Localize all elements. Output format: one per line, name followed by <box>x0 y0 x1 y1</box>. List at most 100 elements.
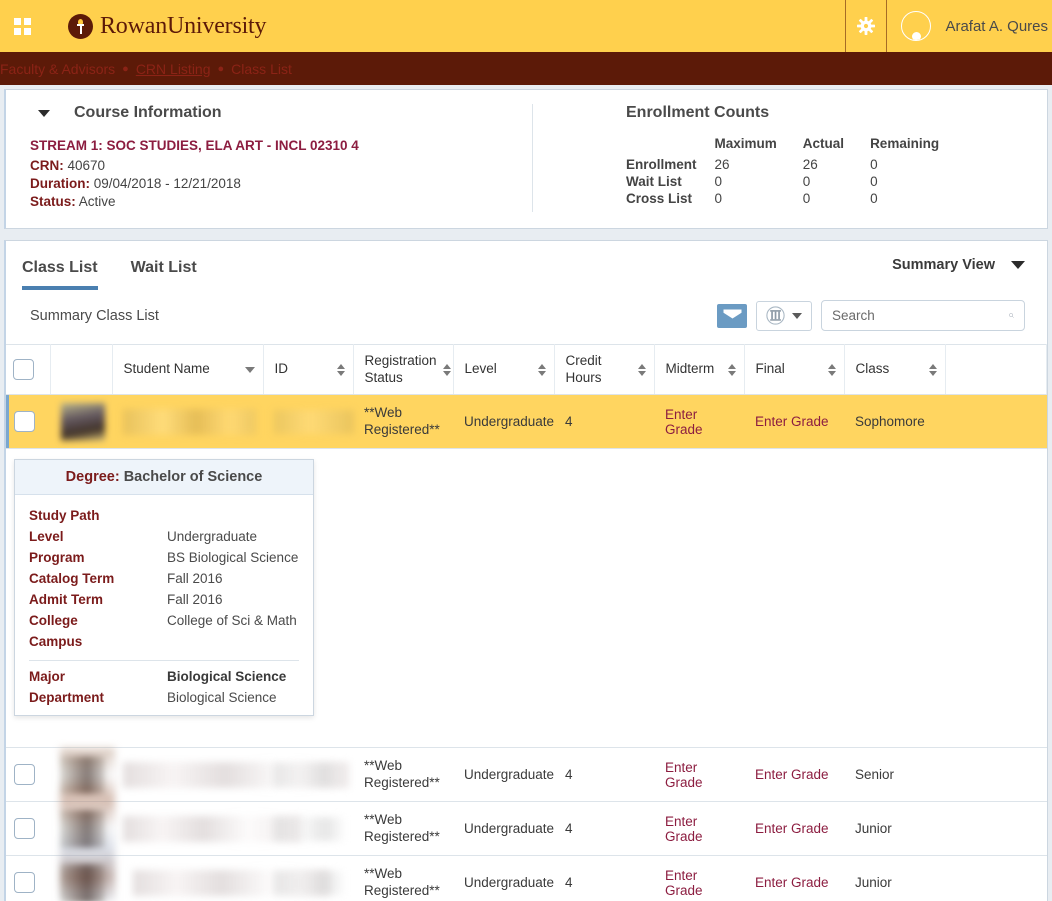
column-class[interactable]: Class <box>844 345 945 395</box>
row-class: Senior <box>844 748 945 802</box>
popup-value-admit-term: Fall 2016 <box>167 589 299 610</box>
settings-button[interactable] <box>846 0 886 52</box>
sort-toggle-midterm[interactable] <box>728 364 736 376</box>
popup-value-campus <box>167 631 299 652</box>
row-level: Undergraduate <box>453 802 554 856</box>
row-student-name[interactable] <box>112 748 263 802</box>
sort-toggle-registration-status[interactable] <box>443 364 451 376</box>
row-spacer <box>945 802 1046 856</box>
student-id-redacted <box>274 871 344 895</box>
breadcrumb-item-faculty-advisors[interactable]: Faculty & Advisors <box>0 61 115 77</box>
column-final-label: Final <box>756 361 785 377</box>
enrollment-counts-section: Enrollment Counts Maximum Actual Remaini… <box>533 104 965 212</box>
table-row[interactable]: **Web Registered** Undergraduate 4 Enter… <box>6 395 1047 449</box>
column-midterm[interactable]: Midterm <box>654 345 744 395</box>
columns-settings-button[interactable] <box>756 301 812 331</box>
row-student-name[interactable] <box>112 856 263 901</box>
popup-title: Degree: Bachelor of Science <box>15 460 313 495</box>
enter-grade-link[interactable]: Enter Grade <box>665 814 703 844</box>
crosslist-max: 0 <box>715 190 803 207</box>
brand-name-first: Rowan <box>100 13 167 39</box>
popup-key-catalog-term: Catalog Term <box>29 568 167 589</box>
table-row[interactable]: **Web Registered** Undergraduate 4 Enter… <box>6 748 1047 802</box>
brand-name-second: University <box>167 13 266 39</box>
row-avatar-cell <box>50 856 112 901</box>
tab-class-list[interactable]: Class List <box>22 255 98 290</box>
enter-grade-link[interactable]: Enter Grade <box>755 414 829 429</box>
breadcrumb-separator-2: ● <box>218 63 225 75</box>
sort-toggle-student-name[interactable] <box>245 367 255 373</box>
popup-row-catalog-term: Catalog Term Fall 2016 <box>29 568 299 589</box>
enrollment-counts-row-crosslist: Cross List 0 0 0 <box>626 190 965 207</box>
popup-row-department: Department Biological Science <box>29 687 299 708</box>
sort-toggle-class[interactable] <box>929 364 937 376</box>
search-input[interactable] <box>832 308 1009 323</box>
popup-key-level: Level <box>29 526 167 547</box>
row-spacer <box>945 856 1046 901</box>
row-spacer <box>945 395 1046 449</box>
table-row[interactable]: **Web Registered** Undergraduate 4 Enter… <box>6 856 1047 901</box>
user-menu-button[interactable]: Arafat A. Qures <box>887 0 1052 52</box>
popup-details-table: Study Path Level Undergraduate Program B… <box>29 505 299 652</box>
row-final-grade: Enter Grade <box>744 802 844 856</box>
select-all-checkbox[interactable] <box>13 359 34 380</box>
column-final[interactable]: Final <box>744 345 844 395</box>
caret-down-icon <box>792 313 802 319</box>
sort-toggle-credit-hours[interactable] <box>638 364 646 376</box>
popup-row-program: Program BS Biological Science <box>29 547 299 568</box>
course-field-duration-value: 09/04/2018 - 12/21/2018 <box>94 176 241 191</box>
row-student-name[interactable] <box>112 395 263 449</box>
popup-value-program: BS Biological Science <box>167 547 299 568</box>
chevron-down-icon <box>1011 261 1025 269</box>
user-avatar-icon <box>901 11 931 41</box>
row-student-name[interactable] <box>112 802 263 856</box>
gear-icon <box>856 16 876 36</box>
sort-toggle-level[interactable] <box>538 364 546 376</box>
row-select-cell <box>6 856 50 901</box>
table-header-row: Student Name ID Registration Status <box>6 345 1047 395</box>
row-midterm-grade: Enter Grade <box>654 395 744 449</box>
row-checkbox[interactable] <box>14 411 35 432</box>
column-level[interactable]: Level <box>453 345 554 395</box>
enter-grade-link[interactable]: Enter Grade <box>755 821 829 836</box>
enter-grade-link[interactable]: Enter Grade <box>665 868 703 898</box>
sort-toggle-final[interactable] <box>828 364 836 376</box>
email-button[interactable] <box>717 304 747 328</box>
popup-value-catalog-term: Fall 2016 <box>167 568 299 589</box>
sort-toggle-id[interactable] <box>337 364 345 376</box>
enter-grade-link[interactable]: Enter Grade <box>755 767 829 782</box>
enter-grade-link[interactable]: Enter Grade <box>755 875 829 890</box>
enrollment-actual: 26 <box>803 156 870 173</box>
breadcrumb-separator-1: ● <box>122 63 129 75</box>
app-menu-button[interactable] <box>0 18 44 35</box>
row-checkbox[interactable] <box>14 872 35 893</box>
column-credit-hours[interactable]: Credit Hours <box>554 345 654 395</box>
brand-logo[interactable]: RowanUniversity <box>68 13 266 40</box>
enrollment-counts-header-row: Maximum Actual Remaining <box>626 136 965 156</box>
row-checkbox[interactable] <box>14 764 35 785</box>
waitlist-row-label: Wait List <box>626 173 715 190</box>
header-divider-1 <box>845 0 846 52</box>
crosslist-actual: 0 <box>803 190 870 207</box>
popup-row-admit-term: Admit Term Fall 2016 <box>29 589 299 610</box>
row-checkbox[interactable] <box>14 818 35 839</box>
row-select-cell <box>6 395 50 449</box>
enter-grade-link[interactable]: Enter Grade <box>665 407 703 437</box>
search-box[interactable] <box>821 300 1025 331</box>
table-row[interactable]: **Web Registered** Undergraduate 4 Enter… <box>6 802 1047 856</box>
popup-key-study-path: Study Path <box>29 505 167 526</box>
row-class: Junior <box>844 856 945 901</box>
enter-grade-link[interactable]: Enter Grade <box>665 760 703 790</box>
column-registration-status[interactable]: Registration Status <box>353 345 453 395</box>
tab-wait-list[interactable]: Wait List <box>131 255 197 290</box>
view-selector[interactable]: Summary View <box>892 257 1025 273</box>
waitlist-remaining: 0 <box>870 173 965 190</box>
course-information-toggle[interactable]: Course Information <box>30 104 518 122</box>
column-student-name[interactable]: Student Name <box>112 345 263 395</box>
popup-value-study-path <box>167 505 299 526</box>
course-title: STREAM 1: SOC STUDIES, ELA ART - INCL 02… <box>30 138 518 153</box>
enrollment-counts-table: Maximum Actual Remaining Enrollment 26 2… <box>626 136 965 207</box>
column-id[interactable]: ID <box>263 345 353 395</box>
breadcrumb-item-crn-listing[interactable]: CRN Listing <box>136 61 211 77</box>
row-midterm-grade: Enter Grade <box>654 856 744 901</box>
